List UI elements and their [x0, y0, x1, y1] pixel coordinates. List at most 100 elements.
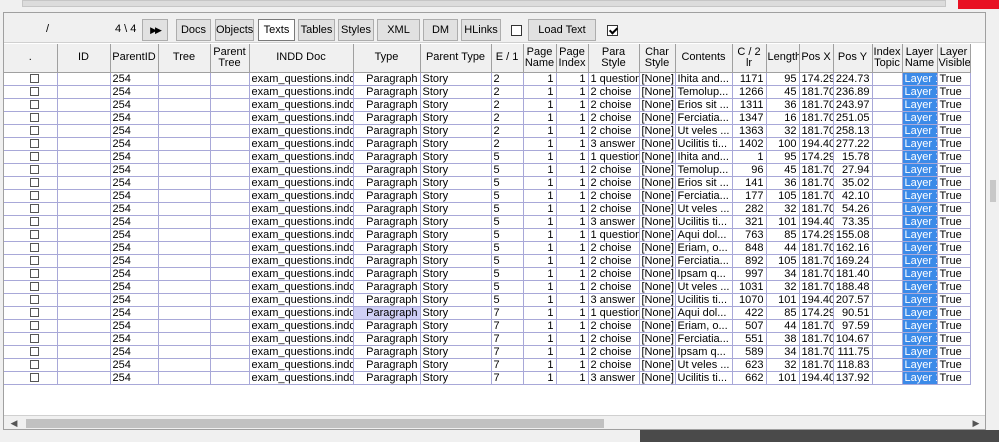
table-cell[interactable]: Ut veles ... — [675, 124, 733, 138]
table-cell[interactable]: Story — [420, 358, 492, 372]
table-cell[interactable] — [210, 345, 250, 359]
column-header[interactable]: Parent Tree — [210, 44, 250, 73]
table-cell[interactable] — [158, 176, 211, 190]
table-cell[interactable]: 1 question — [588, 150, 640, 164]
table-cell[interactable] — [872, 345, 903, 359]
table-cell[interactable]: 1 — [523, 371, 557, 385]
table-cell[interactable]: 1 — [732, 150, 767, 164]
table-cell[interactable]: [None] — [639, 85, 676, 99]
table-cell[interactable]: [None] — [639, 228, 676, 242]
table-cell[interactable]: 1 — [556, 371, 589, 385]
table-cell[interactable] — [57, 215, 111, 229]
table-cell[interactable]: Story — [420, 228, 492, 242]
table-cell[interactable]: 3 answer — [588, 371, 640, 385]
table-cell[interactable]: Story — [420, 306, 492, 320]
table-cell[interactable]: [None] — [639, 319, 676, 333]
table-cell[interactable] — [158, 319, 211, 333]
table-cell[interactable]: Story — [420, 267, 492, 281]
table-cell[interactable]: [None] — [639, 293, 676, 307]
table-cell[interactable]: Layer 1 — [902, 202, 938, 216]
table-cell[interactable] — [158, 241, 211, 255]
table-cell[interactable]: 1 question — [588, 228, 640, 242]
table-cell[interactable]: 5 — [491, 293, 524, 307]
table-cell[interactable]: [None] — [639, 98, 676, 112]
table-cell[interactable]: Erios sit ... — [675, 98, 733, 112]
row-checkbox[interactable] — [29, 256, 39, 266]
table-cell[interactable]: Story — [420, 163, 492, 177]
row-checkbox-cell[interactable] — [4, 228, 58, 242]
table-cell[interactable]: True — [937, 111, 971, 125]
column-header[interactable]: Pos X — [799, 44, 834, 73]
table-cell[interactable] — [158, 124, 211, 138]
table-cell[interactable]: 1 — [523, 72, 557, 86]
table-cell[interactable]: 507 — [732, 319, 767, 333]
table-cell[interactable]: Aqui dol... — [675, 306, 733, 320]
table-cell[interactable]: 2 — [491, 137, 524, 151]
row-checkbox-cell[interactable] — [4, 267, 58, 281]
table-cell[interactable]: exam_questions.indd — [249, 85, 354, 99]
table-cell[interactable]: Temolup... — [675, 163, 733, 177]
table-cell[interactable]: 27.94 — [833, 163, 873, 177]
table-cell[interactable]: Story — [420, 293, 492, 307]
table-cell[interactable]: Ipsam q... — [675, 267, 733, 281]
table-cell[interactable]: 254 — [110, 267, 159, 281]
table-cell[interactable] — [210, 98, 250, 112]
row-checkbox-cell[interactable] — [4, 293, 58, 307]
table-cell[interactable]: Paragraph — [353, 345, 421, 359]
table-cell[interactable]: 2 choise — [588, 319, 640, 333]
table-cell[interactable]: 181.70 — [799, 241, 834, 255]
table-cell[interactable]: True — [937, 85, 971, 99]
table-cell[interactable]: 2 — [491, 124, 524, 138]
table-row[interactable]: 254 exam_questions.indd Paragraph Story 7 1 1 1… — [4, 305, 971, 320]
table-cell[interactable]: Layer 1 — [902, 85, 938, 99]
table-cell[interactable]: Ihita and... — [675, 72, 733, 86]
table-cell[interactable]: 254 — [110, 85, 159, 99]
table-cell[interactable]: 1 — [556, 189, 589, 203]
table-cell[interactable]: 1 question — [588, 306, 640, 320]
table-row[interactable]: 254 exam_questions.indd Paragraph Story 5 1 1 1… — [4, 150, 971, 164]
table-cell[interactable]: 1 — [523, 176, 557, 190]
table-cell[interactable]: 105 — [766, 189, 800, 203]
table-cell[interactable]: Story — [420, 72, 492, 86]
hlinks-button[interactable]: HLinks — [461, 19, 501, 41]
table-cell[interactable] — [158, 111, 211, 125]
table-cell[interactable]: 1 — [556, 254, 589, 268]
table-cell[interactable]: Layer 1 — [902, 319, 938, 333]
table-cell[interactable] — [158, 228, 211, 242]
table-cell[interactable] — [57, 98, 111, 112]
table-cell[interactable]: Paragraph — [353, 189, 421, 203]
table-cell[interactable] — [872, 228, 903, 242]
forward-button[interactable]: ▶▶ — [142, 19, 168, 41]
table-cell[interactable]: True — [937, 137, 971, 151]
table-cell[interactable]: 3 answer — [588, 293, 640, 307]
table-cell[interactable] — [210, 241, 250, 255]
table-cell[interactable]: [None] — [639, 189, 676, 203]
table-cell[interactable]: [None] — [639, 306, 676, 320]
table-cell[interactable]: True — [937, 163, 971, 177]
table-cell[interactable]: 254 — [110, 124, 159, 138]
table-cell[interactable]: 1 — [523, 280, 557, 294]
table-cell[interactable]: 5 — [491, 189, 524, 203]
table-cell[interactable]: exam_questions.indd — [249, 332, 354, 346]
table-cell[interactable]: 1171 — [732, 72, 767, 86]
table-cell[interactable]: 44 — [766, 241, 800, 255]
table-cell[interactable]: [None] — [639, 72, 676, 86]
table-cell[interactable]: 32 — [766, 358, 800, 372]
table-row[interactable]: 254 exam_questions.indd Paragraph Story 7 1 1 2… — [4, 358, 971, 372]
table-cell[interactable]: 254 — [110, 345, 159, 359]
table-cell[interactable]: Layer 1 — [902, 358, 938, 372]
table-cell[interactable]: 1 — [523, 98, 557, 112]
table-cell[interactable] — [57, 358, 111, 372]
table-cell[interactable] — [872, 293, 903, 307]
table-cell[interactable] — [158, 98, 211, 112]
table-cell[interactable]: [None] — [639, 332, 676, 346]
table-cell[interactable] — [158, 137, 211, 151]
table-cell[interactable]: Ihita and... — [675, 150, 733, 164]
table-cell[interactable]: Layer 1 — [902, 98, 938, 112]
table-cell[interactable] — [872, 124, 903, 138]
table-cell[interactable]: exam_questions.indd — [249, 306, 354, 320]
table-cell[interactable]: 2 — [491, 111, 524, 125]
row-checkbox[interactable] — [29, 152, 39, 162]
table-row[interactable]: 254 exam_questions.indd Paragraph Story 5 1 1 2… — [4, 163, 971, 177]
row-checkbox[interactable] — [29, 373, 39, 383]
